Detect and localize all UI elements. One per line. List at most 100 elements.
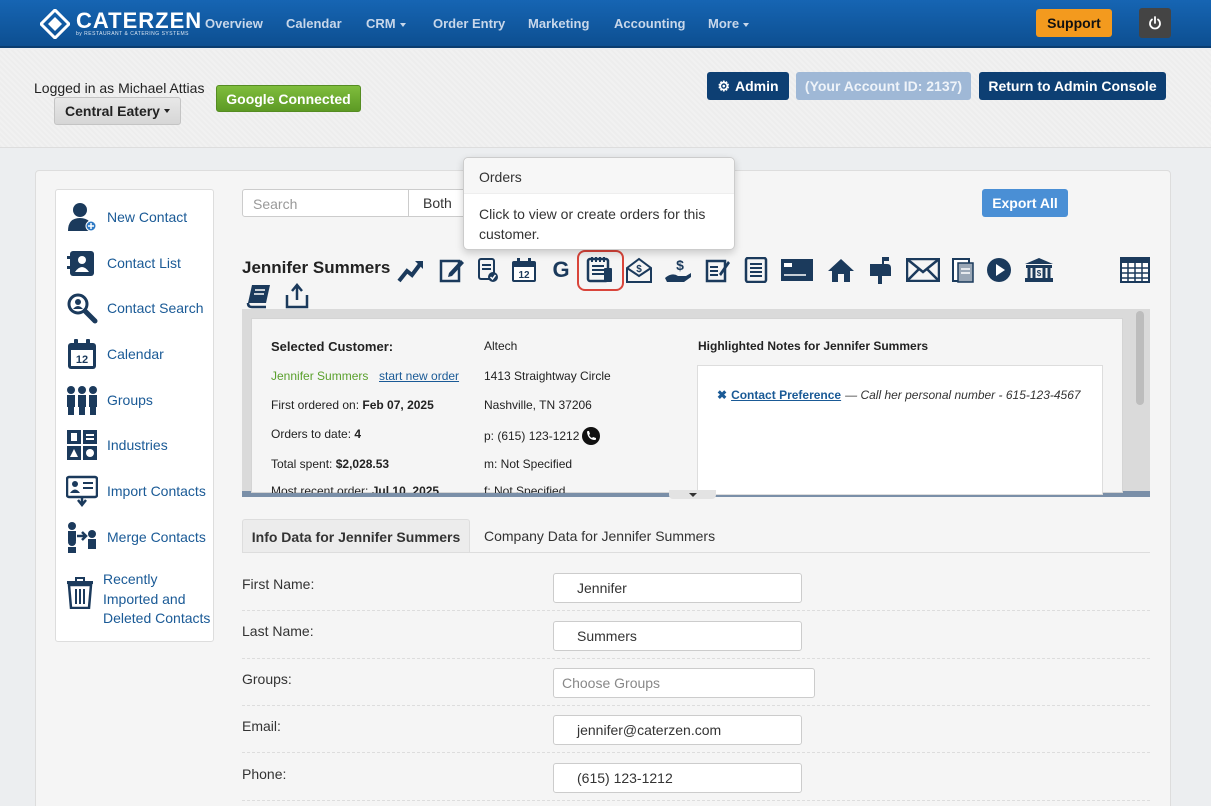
account-id-button[interactable]: (Your Account ID: 2137): [796, 72, 971, 100]
customer-name: Jennifer Summers: [242, 258, 391, 277]
sidebar-item-new-contact[interactable]: New Contact: [65, 200, 187, 234]
approved-document-icon[interactable]: [473, 255, 503, 285]
groups-select[interactable]: Choose Groups: [553, 668, 815, 698]
sidebar-item-merge-contacts[interactable]: Merge Contacts: [65, 520, 206, 554]
location-dropdown[interactable]: Central Eatery: [54, 97, 181, 125]
field-divider: [242, 705, 1150, 706]
diamond-logo-icon: [40, 9, 70, 39]
document-list-icon[interactable]: [741, 255, 771, 285]
email-label: Email:: [242, 718, 281, 734]
orders-tooltip: Orders Click to view or create orders fo…: [463, 157, 735, 250]
new-contact-icon: [65, 200, 99, 234]
support-button[interactable]: Support: [1036, 9, 1112, 37]
share-export-icon[interactable]: [282, 281, 312, 311]
nav-accounting[interactable]: Accounting: [614, 16, 686, 31]
sidebar-item-industries[interactable]: Industries: [65, 428, 168, 462]
tab-company-data[interactable]: Company Data for Jennifer Summers: [484, 528, 715, 544]
gear-icon: ⚙: [717, 77, 730, 94]
svg-text:12: 12: [518, 270, 530, 281]
search-scope-select[interactable]: Both: [408, 189, 466, 217]
sidebar-item-import-contacts[interactable]: Import Contacts: [65, 474, 206, 508]
recent-order-value: Jul 10, 2025: [371, 484, 440, 493]
nav-overview[interactable]: Overview: [205, 16, 263, 31]
groups-icon: [65, 383, 99, 417]
email-icon[interactable]: [905, 255, 941, 285]
export-all-button[interactable]: Export All: [982, 189, 1068, 217]
close-icon[interactable]: ✖: [717, 388, 727, 402]
nav-order-entry[interactable]: Order Entry: [433, 16, 505, 31]
brand-tagline: by RESTAURANT & CATERING SYSTEMS: [76, 31, 189, 37]
chevron-down-icon: [163, 109, 170, 113]
invoice-mail-icon[interactable]: $: [624, 255, 654, 285]
orders-to-date-value: 4: [354, 427, 362, 441]
spreadsheet-icon[interactable]: [1120, 255, 1150, 285]
logout-button[interactable]: [1139, 8, 1171, 38]
sidebar-item-label: New Contact: [107, 209, 188, 225]
admin-button[interactable]: ⚙ Admin: [707, 72, 789, 100]
bank-icon[interactable]: $: [1024, 255, 1054, 285]
payment-hand-icon[interactable]: $: [663, 255, 693, 285]
play-icon[interactable]: [984, 255, 1014, 285]
sidebar-item-label: Calendar: [107, 346, 164, 362]
nav-more[interactable]: More: [708, 16, 750, 31]
google-connected-button[interactable]: Google Connected: [216, 85, 361, 112]
files-icon[interactable]: [948, 255, 978, 285]
phone-row: p: (615) 123-1212: [484, 427, 601, 445]
nav-marketing[interactable]: Marketing: [528, 16, 589, 31]
notes-edit-icon[interactable]: [703, 255, 733, 285]
sidebar-item-groups[interactable]: Groups: [65, 383, 153, 417]
info-scrollbar[interactable]: [1136, 311, 1144, 405]
first-ordered-value: Feb 07, 2025: [362, 398, 434, 412]
magnifier-icon: [65, 291, 99, 325]
fax-value: f: Not Specified: [484, 484, 566, 493]
total-spent-value: $2,028.53: [335, 457, 390, 471]
nav-crm[interactable]: CRM: [366, 16, 406, 31]
start-new-order-link[interactable]: start new order: [379, 369, 459, 383]
note-label-link[interactable]: Contact Preference: [731, 388, 841, 402]
contact-search-input[interactable]: Search: [242, 189, 409, 217]
first-ordered-row: First ordered on: Feb 07, 2025: [271, 398, 434, 412]
first-name-field[interactable]: Jennifer: [553, 573, 802, 603]
calendar-icon: 12: [65, 337, 99, 371]
nav-calendar[interactable]: Calendar: [286, 16, 342, 31]
phone-call-icon[interactable]: [582, 427, 601, 445]
highlighted-notes-title: Highlighted Notes for Jennifer Summers: [698, 339, 929, 353]
orders-to-date-row: Orders to date: 4: [271, 427, 361, 441]
sales-chart-icon[interactable]: [396, 255, 426, 285]
tab-info-data[interactable]: Info Data for Jennifer Summers: [242, 519, 470, 553]
email-field[interactable]: jennifer@caterzen.com: [553, 715, 802, 745]
mailbox-icon[interactable]: [865, 255, 895, 285]
svg-text:$: $: [636, 264, 642, 275]
customer-name-link[interactable]: Jennifer Summers: [271, 369, 368, 383]
orders-to-date-label: Orders to date:: [271, 427, 352, 441]
credit-card-icon[interactable]: [779, 255, 815, 285]
calendar-icon[interactable]: 12: [509, 255, 539, 285]
phone-value: p: (615) 123-1212: [484, 429, 580, 443]
groups-label: Groups:: [242, 671, 292, 687]
sidebar-item-label: Import Contacts: [107, 483, 206, 499]
edit-contact-icon[interactable]: [437, 255, 467, 285]
company-name: Altech: [484, 339, 518, 353]
admin-label: Admin: [735, 78, 779, 94]
sidebar-item-contact-search[interactable]: Contact Search: [65, 291, 204, 325]
sidebar-item-calendar[interactable]: 12 Calendar: [65, 337, 164, 371]
mobile-value: m: Not Specified: [484, 457, 573, 471]
caterzen-logo[interactable]: CATERZEN by RESTAURANT & CATERING SYSTEMS: [40, 9, 202, 39]
note-text: — Call her personal number - 615-123-456…: [845, 388, 1081, 402]
sidebar-item-contact-list[interactable]: Contact List: [65, 246, 181, 280]
industries-icon: [65, 428, 99, 462]
sidebar-item-recently-imported[interactable]: Recently Imported and Deleted Contacts: [65, 570, 213, 629]
book-icon[interactable]: [244, 281, 274, 311]
last-name-field[interactable]: Summers: [553, 621, 802, 651]
phone-field[interactable]: (615) 123-1212: [553, 763, 802, 793]
home-icon[interactable]: [826, 255, 856, 285]
chevron-down-icon: [399, 22, 406, 27]
sidebar-item-label: Contact Search: [107, 300, 204, 316]
first-ordered-label: First ordered on:: [271, 398, 360, 412]
google-icon[interactable]: G: [546, 255, 576, 285]
orders-icon[interactable]: [585, 255, 615, 285]
highlighted-notes-box: [697, 365, 1103, 495]
expand-toggle[interactable]: [669, 490, 716, 499]
return-admin-console-button[interactable]: Return to Admin Console: [979, 72, 1166, 100]
field-divider: [242, 800, 1150, 801]
